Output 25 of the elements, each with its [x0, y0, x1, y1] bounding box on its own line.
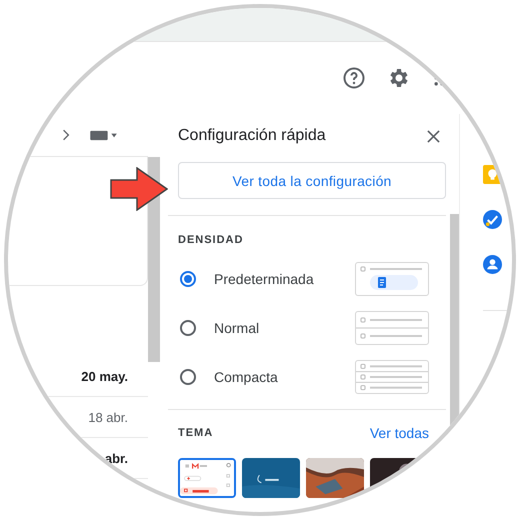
density-preview-icon	[355, 262, 429, 296]
radio-button[interactable]	[180, 320, 196, 336]
panel-title: Configuración rápida	[178, 127, 326, 145]
density-preview-icon	[355, 360, 429, 394]
all-settings-button[interactable]: Ver toda la configuración	[178, 162, 446, 199]
keyboard-icon[interactable]	[90, 130, 118, 140]
option-label[interactable]: Predeterminada	[214, 270, 355, 286]
section-heading: TEMA	[178, 427, 214, 439]
view-all-link[interactable]: Ver todas	[370, 425, 429, 441]
check-icon[interactable]	[483, 210, 502, 229]
option-label[interactable]: Normal	[214, 320, 355, 336]
option-label[interactable]: Compacta	[214, 368, 355, 384]
section-heading: DENSIDAD	[178, 234, 244, 246]
mail-date: 20 may.	[81, 368, 128, 384]
radio-button[interactable]	[180, 270, 196, 286]
mail-date: 18 abr.	[88, 410, 128, 424]
density-preview-icon	[355, 310, 429, 344]
close-icon[interactable]	[427, 130, 440, 142]
chevron-right-icon[interactable]	[62, 129, 70, 141]
pointer-arrow	[110, 167, 168, 211]
radio-button[interactable]	[180, 368, 196, 384]
person-icon[interactable]	[483, 255, 502, 274]
scrollbar[interactable]	[148, 157, 160, 362]
help-icon[interactable]	[342, 66, 366, 90]
theme-preview-drawing[interactable]	[178, 458, 236, 498]
